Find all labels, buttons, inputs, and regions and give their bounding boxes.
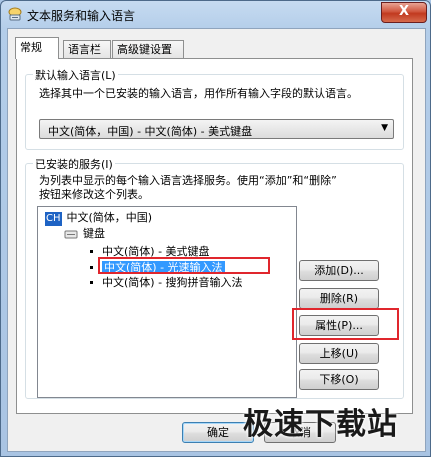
tree-category-row[interactable]: 键盘 bbox=[64, 226, 105, 242]
window-title: 文本服务和输入语言 bbox=[27, 9, 136, 23]
tab-advanced-keys[interactable]: 高级键设置 bbox=[112, 40, 184, 58]
tab-language-bar[interactable]: 语言栏 bbox=[63, 40, 111, 58]
default-language-description: 选择其中一个已安装的输入语言，用作所有输入字段的默认语言。 bbox=[39, 87, 358, 100]
keyboard-category-icon bbox=[64, 230, 78, 239]
bullet-icon bbox=[90, 249, 93, 253]
tree-language-label: 中文(简体，中国) bbox=[66, 211, 153, 224]
move-up-button[interactable]: 上移(U) bbox=[299, 343, 379, 364]
chevron-down-icon: ▼ bbox=[381, 123, 388, 133]
installed-services-description-2: 按钮来修改这个列表。 bbox=[39, 188, 149, 201]
default-language-value: 中文(简体，中国) - 中文(简体) - 美式键盘 bbox=[48, 125, 253, 138]
installed-services-label: 已安装的服务(I) bbox=[33, 156, 115, 172]
language-badge: CH bbox=[45, 212, 62, 226]
watermark-logo: 极速下载站 bbox=[243, 407, 398, 442]
bullet-icon bbox=[90, 265, 93, 269]
default-language-select[interactable]: 中文(简体，中国) - 中文(简体) - 美式键盘 ▼ bbox=[39, 119, 394, 139]
tree-language-row[interactable]: CH 中文(简体，中国) bbox=[45, 210, 152, 226]
tab-general[interactable]: 常规 bbox=[15, 37, 59, 59]
move-down-button[interactable]: 下移(O) bbox=[299, 369, 379, 390]
default-language-label: 默认输入语言(L) bbox=[33, 67, 118, 83]
close-button[interactable]: X bbox=[381, 2, 427, 23]
highlight-properties-button bbox=[292, 308, 399, 340]
tab-advanced-keys-label: 高级键设置 bbox=[117, 43, 172, 56]
tab-general-label: 常规 bbox=[20, 41, 42, 54]
remove-button[interactable]: 删除(R) bbox=[299, 288, 379, 309]
tree-item-sogou-pinyin[interactable]: 中文(简体) - 搜狗拼音输入法 bbox=[88, 275, 243, 291]
close-icon: X bbox=[398, 4, 410, 19]
keyboard-icon bbox=[8, 7, 22, 21]
dialog-window: 文本服务和输入语言 X 常规 语言栏 高级键设置 默认输入语言(L) 选择其中一… bbox=[0, 0, 431, 457]
services-tree[interactable]: CH 中文(简体，中国) 键盘 中文(简体) - 美式键盘 中文(简体) - 光速… bbox=[37, 206, 297, 398]
tree-category-label: 键盘 bbox=[83, 227, 105, 240]
tab-language-bar-label: 语言栏 bbox=[68, 43, 101, 56]
title-bar[interactable]: 文本服务和输入语言 X bbox=[1, 1, 430, 27]
tree-item-label: 中文(简体) - 搜狗拼音输入法 bbox=[102, 276, 243, 289]
bullet-icon bbox=[90, 280, 93, 284]
highlight-selected-item bbox=[98, 257, 270, 274]
add-button[interactable]: 添加(D)... bbox=[299, 260, 379, 281]
